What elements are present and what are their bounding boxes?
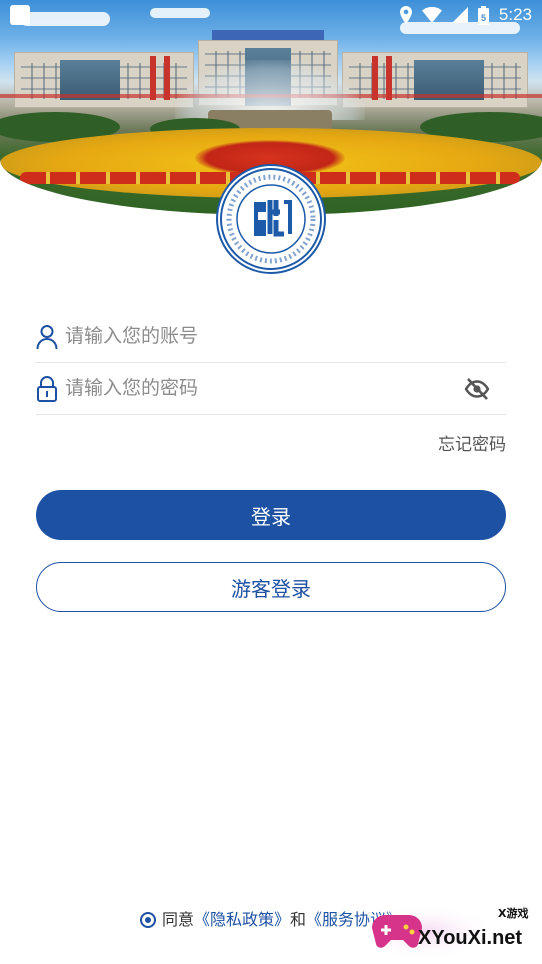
forgot-password-link[interactable]: 忘记密码	[438, 430, 506, 455]
user-icon	[36, 325, 58, 350]
college-logo	[216, 164, 326, 274]
login-button[interactable]: 登录	[36, 490, 506, 540]
location-icon	[399, 6, 412, 24]
status-bar: 5 5:23	[0, 0, 542, 30]
account-field	[36, 311, 506, 363]
guest-login-button[interactable]: 游客登录	[36, 562, 506, 612]
watermark-tag: X游戏	[498, 906, 528, 920]
watermark-brand: XYouXi.net	[418, 927, 522, 949]
password-input[interactable]	[65, 363, 465, 413]
battery-icon: 5	[477, 5, 489, 25]
status-icons: 5 5:23	[399, 4, 532, 26]
lock-icon	[37, 376, 57, 402]
battery-level-label: 5	[481, 13, 486, 23]
account-input[interactable]	[65, 311, 465, 361]
agreement-prefix: 同意	[161, 910, 194, 929]
privacy-policy-link[interactable]: 《隐私政策》	[194, 910, 290, 929]
status-time: 5:23	[498, 5, 532, 24]
password-field	[36, 363, 506, 415]
eye-off-icon[interactable]	[464, 376, 490, 402]
agreement-and: 和	[290, 910, 307, 929]
xyouxi-watermark: X游戏 XYouXi.net	[356, 900, 536, 960]
agreement-radio[interactable]	[139, 912, 156, 928]
app-notification-icon	[10, 5, 30, 25]
login-screen: 5 5:23 请输入您的账号 忘记密码 登录 游客登录 同意《隐私政策》和《服务…	[0, 0, 542, 964]
wifi-icon	[421, 7, 442, 23]
signal-icon	[451, 7, 468, 23]
